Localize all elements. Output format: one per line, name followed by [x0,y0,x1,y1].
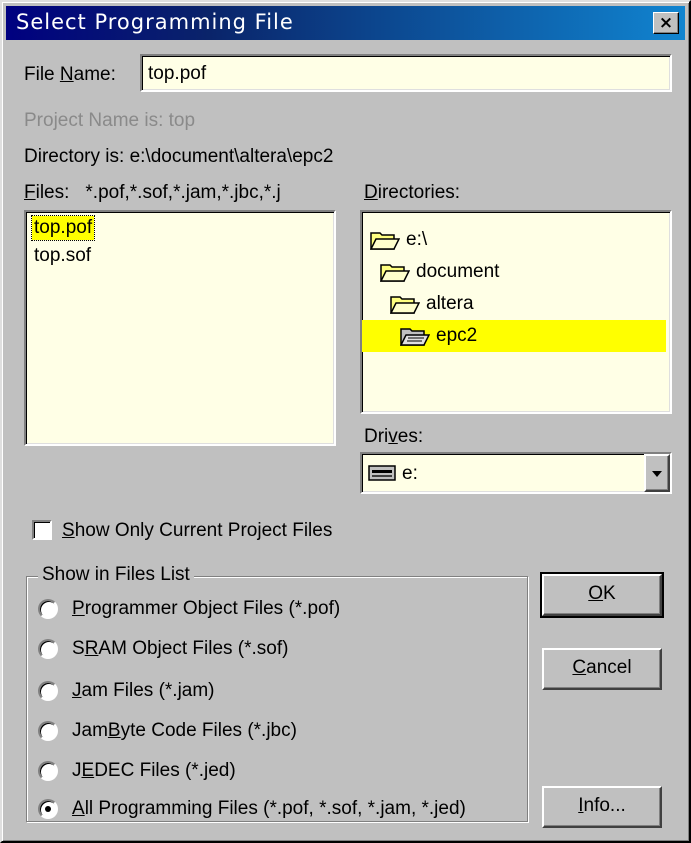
close-icon: × [658,13,674,33]
cancel-button[interactable]: Cancel [542,648,662,690]
window-title: Select Programming File [16,10,294,34]
radio-button[interactable] [38,799,58,819]
files-label: Files: *.pof,*.sof,*.jam,*.jbc,*.j [24,182,281,203]
directories-list[interactable]: e:\ document altera epc2 [360,210,672,414]
info-button[interactable]: Info... [542,786,662,828]
radio-button[interactable] [38,681,58,701]
dir-item-root[interactable]: e:\ [370,224,427,256]
list-item[interactable]: top.pof [30,215,96,241]
drives-label: Drives: [364,426,424,447]
radio-jed[interactable]: J E DEC Files (*.jed) [38,760,236,782]
chevron-down-icon [652,471,662,477]
show-only-label[interactable]: Show Only Current Project Files [62,520,332,542]
folder-icon [370,232,400,250]
radio-jbc[interactable]: Jam Byte Code Files (*.jbc) [38,720,297,742]
radio-all[interactable]: All Programming Files (*.pof, *.sof, *.j… [38,798,466,820]
list-item[interactable]: top.sof [32,244,93,268]
radio-button[interactable] [38,599,58,619]
radio-button[interactable] [38,721,58,741]
radio-jam[interactable]: Jam Files (*.jam) [38,680,215,702]
drives-select[interactable]: e: [360,452,672,494]
folder-icon [390,296,420,314]
drives-dropdown-button[interactable] [644,454,670,492]
project-name-text: Project Name is: top [24,110,196,131]
show-only-checkbox[interactable] [32,520,52,540]
folder-icon [380,264,410,282]
title-bar[interactable]: Select Programming File × [6,6,685,40]
ok-button[interactable]: OK [540,572,664,618]
directory-text: Directory is: e:\document\altera\epc2 [24,146,334,167]
directories-label: Directories: [364,182,461,203]
radio-sof[interactable]: S R AM Object Files (*.sof) [38,638,288,660]
file-name-input[interactable]: top.pof [140,54,672,92]
radio-button[interactable] [38,639,58,659]
file-name-label: File Name: [24,64,116,85]
dir-item-altera[interactable]: altera [390,288,474,320]
folder-icon [400,328,430,346]
dir-item-document[interactable]: document [380,256,499,288]
files-list[interactable]: top.pof top.sof [24,210,336,446]
close-button[interactable]: × [653,12,679,34]
radio-pof[interactable]: Programmer Object Files (*.pof) [38,598,340,620]
group-legend: Show in Files List [38,564,194,586]
drive-icon [368,465,396,481]
dir-item-epc2[interactable]: epc2 [362,320,666,352]
dialog-window: Select Programming File × File Name: top… [0,0,691,843]
radio-button[interactable] [38,761,58,781]
